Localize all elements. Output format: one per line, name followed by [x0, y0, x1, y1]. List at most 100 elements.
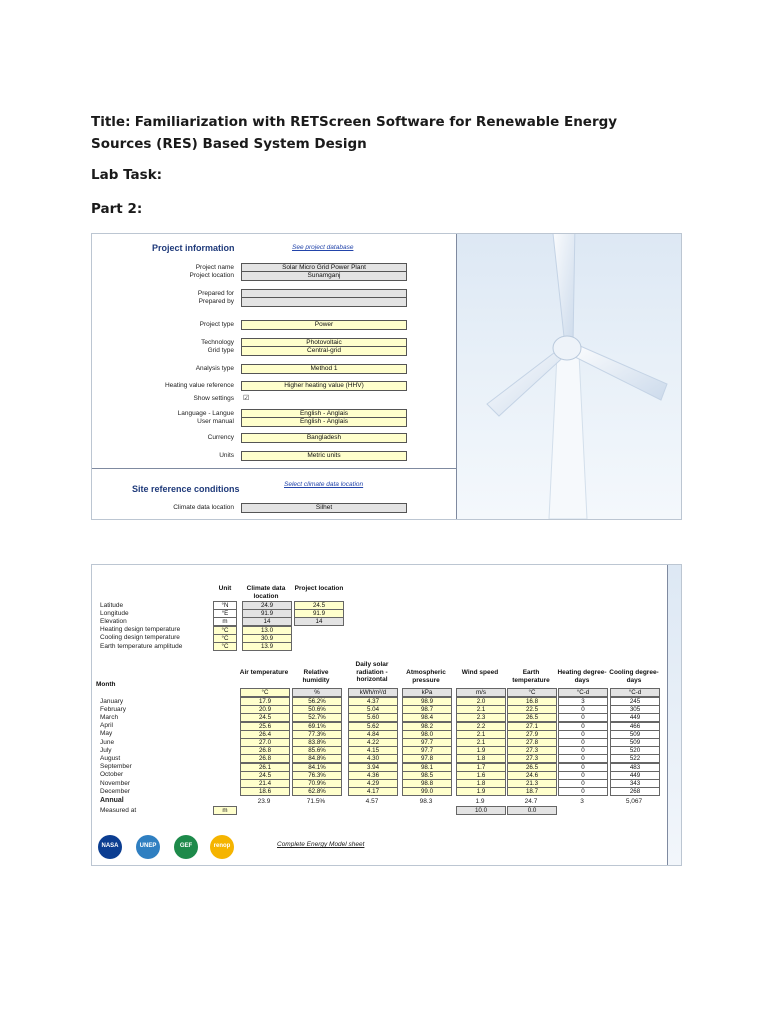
- lab-task-heading: Lab Task:: [91, 167, 163, 183]
- month-label: August: [100, 754, 121, 762]
- measured-at-label: Measured at: [100, 806, 137, 814]
- field-label: User manual: [197, 418, 234, 425]
- site-row-label: Latitude: [100, 601, 124, 609]
- field-label: Project location: [189, 272, 234, 279]
- field-label: Units: [219, 452, 234, 459]
- annual-value: 23.9: [257, 797, 271, 805]
- wind-turbine-image: [457, 234, 681, 519]
- climate-col-header: Climate data location: [246, 585, 286, 600]
- column-unit: kWh/m²/d: [348, 688, 398, 697]
- unit-col-header: Unit: [218, 585, 232, 592]
- field-label: Grid type: [207, 347, 234, 354]
- annual-label: Annual: [100, 797, 124, 805]
- project-information-panel: Project information See project database…: [91, 233, 682, 520]
- nasa-logo-icon[interactable]: NASA: [98, 835, 122, 859]
- field-label: Project type: [199, 321, 234, 328]
- field-value[interactable]: English - Anglais: [241, 417, 407, 427]
- field-label: Technology: [201, 339, 234, 346]
- month-label: June: [100, 738, 115, 746]
- complete-energy-model-link[interactable]: Complete Energy Model sheet: [277, 841, 364, 848]
- annual-value: 71.5%: [306, 797, 326, 805]
- table-cell[interactable]: 1.9: [456, 787, 506, 797]
- column-header: Air temperature: [239, 669, 289, 676]
- logo-text: GEF: [179, 843, 193, 849]
- field-value[interactable]: Higher heating value (HHV): [241, 381, 407, 391]
- table-cell[interactable]: 18.7: [507, 787, 557, 797]
- renop-logo-icon[interactable]: renop: [210, 835, 234, 859]
- field-value[interactable]: Power: [241, 320, 407, 330]
- site-climate-value[interactable]: 13.9: [242, 642, 292, 651]
- select-climate-link[interactable]: Select climate data location: [284, 481, 363, 488]
- wind-turbine-icon: [486, 234, 668, 519]
- site-row-label: Earth temperature amplitude: [100, 642, 183, 650]
- gef-logo-icon[interactable]: GEF: [174, 835, 198, 859]
- table-cell[interactable]: 4.17: [348, 787, 398, 797]
- column-unit: m/s: [456, 688, 506, 697]
- field-label: Prepared for: [197, 290, 234, 297]
- column-unit: °C-d: [558, 688, 608, 697]
- project-col-header: Project location: [294, 585, 344, 592]
- logo-text: renop: [213, 843, 231, 849]
- title-text: Familiarization with RETScreen Software …: [91, 114, 618, 152]
- site-reference-heading: Site reference conditions: [132, 484, 240, 494]
- field-label: Heating value reference: [164, 382, 234, 389]
- climate-location-field[interactable]: Silhet: [241, 503, 407, 513]
- measured-earth[interactable]: 0.0: [507, 806, 557, 816]
- table-cell[interactable]: 99.0: [402, 787, 452, 797]
- climate-data-panel: Unit Climate data location Project locatio…: [91, 564, 682, 866]
- column-unit: kPa: [402, 688, 452, 697]
- climate-location-label: Climate data location: [173, 504, 234, 511]
- document-title: Title: Familiarization with RETScreen So…: [91, 111, 681, 155]
- column-unit: °C-d: [610, 688, 660, 697]
- column-header: Cooling degree-days: [609, 669, 659, 684]
- field-value[interactable]: [241, 297, 407, 307]
- field-label: Language - Langue: [177, 410, 234, 417]
- column-header: Daily solar radiation - horizontal: [355, 661, 389, 683]
- site-row-label: Elevation: [100, 617, 127, 625]
- month-label: November: [100, 779, 130, 787]
- logo-text: NASA: [101, 843, 119, 849]
- part-heading: Part 2:: [91, 201, 143, 217]
- site-project-value[interactable]: 14: [294, 617, 344, 627]
- annual-value: 1.9: [475, 797, 485, 805]
- column-header: Earth temperature: [512, 669, 550, 684]
- field-value[interactable]: Bangladesh: [241, 433, 407, 443]
- column-header: Relative humidity: [302, 669, 330, 684]
- show-settings-checkbox[interactable]: ☑: [243, 394, 249, 402]
- table-cell[interactable]: 62.8%: [292, 787, 342, 797]
- month-label: October: [100, 771, 124, 779]
- project-form: Project information See project database…: [92, 234, 457, 519]
- field-value[interactable]: Metric units: [241, 451, 407, 461]
- month-label: December: [100, 787, 130, 795]
- annual-value: 98.3: [419, 797, 433, 805]
- field-value[interactable]: Sunamganj: [241, 271, 407, 281]
- annual-value: 3: [580, 797, 584, 805]
- field-label: Prepared by: [198, 298, 234, 305]
- site-row-label: Heating design temperature: [100, 626, 181, 634]
- table-cell[interactable]: 0: [558, 787, 608, 797]
- field-value[interactable]: Method 1: [241, 364, 407, 374]
- measured-unit: m: [213, 806, 237, 816]
- field-value[interactable]: Central-grid: [241, 346, 407, 356]
- month-label: April: [100, 722, 114, 730]
- table-cell[interactable]: 18.6: [240, 787, 290, 797]
- unep-logo-icon[interactable]: UNEP: [136, 835, 160, 859]
- column-header: Heating degree-days: [557, 669, 607, 684]
- annual-value: 5,067: [625, 797, 643, 805]
- field-label: Currency: [207, 434, 234, 441]
- annual-value: 4.57: [365, 797, 379, 805]
- measured-wind[interactable]: 10.0: [456, 806, 506, 816]
- month-label: May: [100, 730, 113, 738]
- annual-value: 24.7: [524, 797, 538, 805]
- month-label: March: [100, 713, 119, 721]
- section-divider: [92, 468, 456, 469]
- table-cell[interactable]: 268: [610, 787, 660, 797]
- month-label: February: [100, 705, 127, 713]
- month-label: July: [100, 746, 112, 754]
- field-label: Analysis type: [195, 365, 234, 372]
- project-information-heading: Project information: [152, 243, 235, 253]
- site-row-label: Longitude: [100, 609, 129, 617]
- field-label: Show settings: [193, 395, 234, 402]
- see-project-database-link[interactable]: See project database: [292, 244, 353, 251]
- site-row-unit: °C: [213, 642, 237, 651]
